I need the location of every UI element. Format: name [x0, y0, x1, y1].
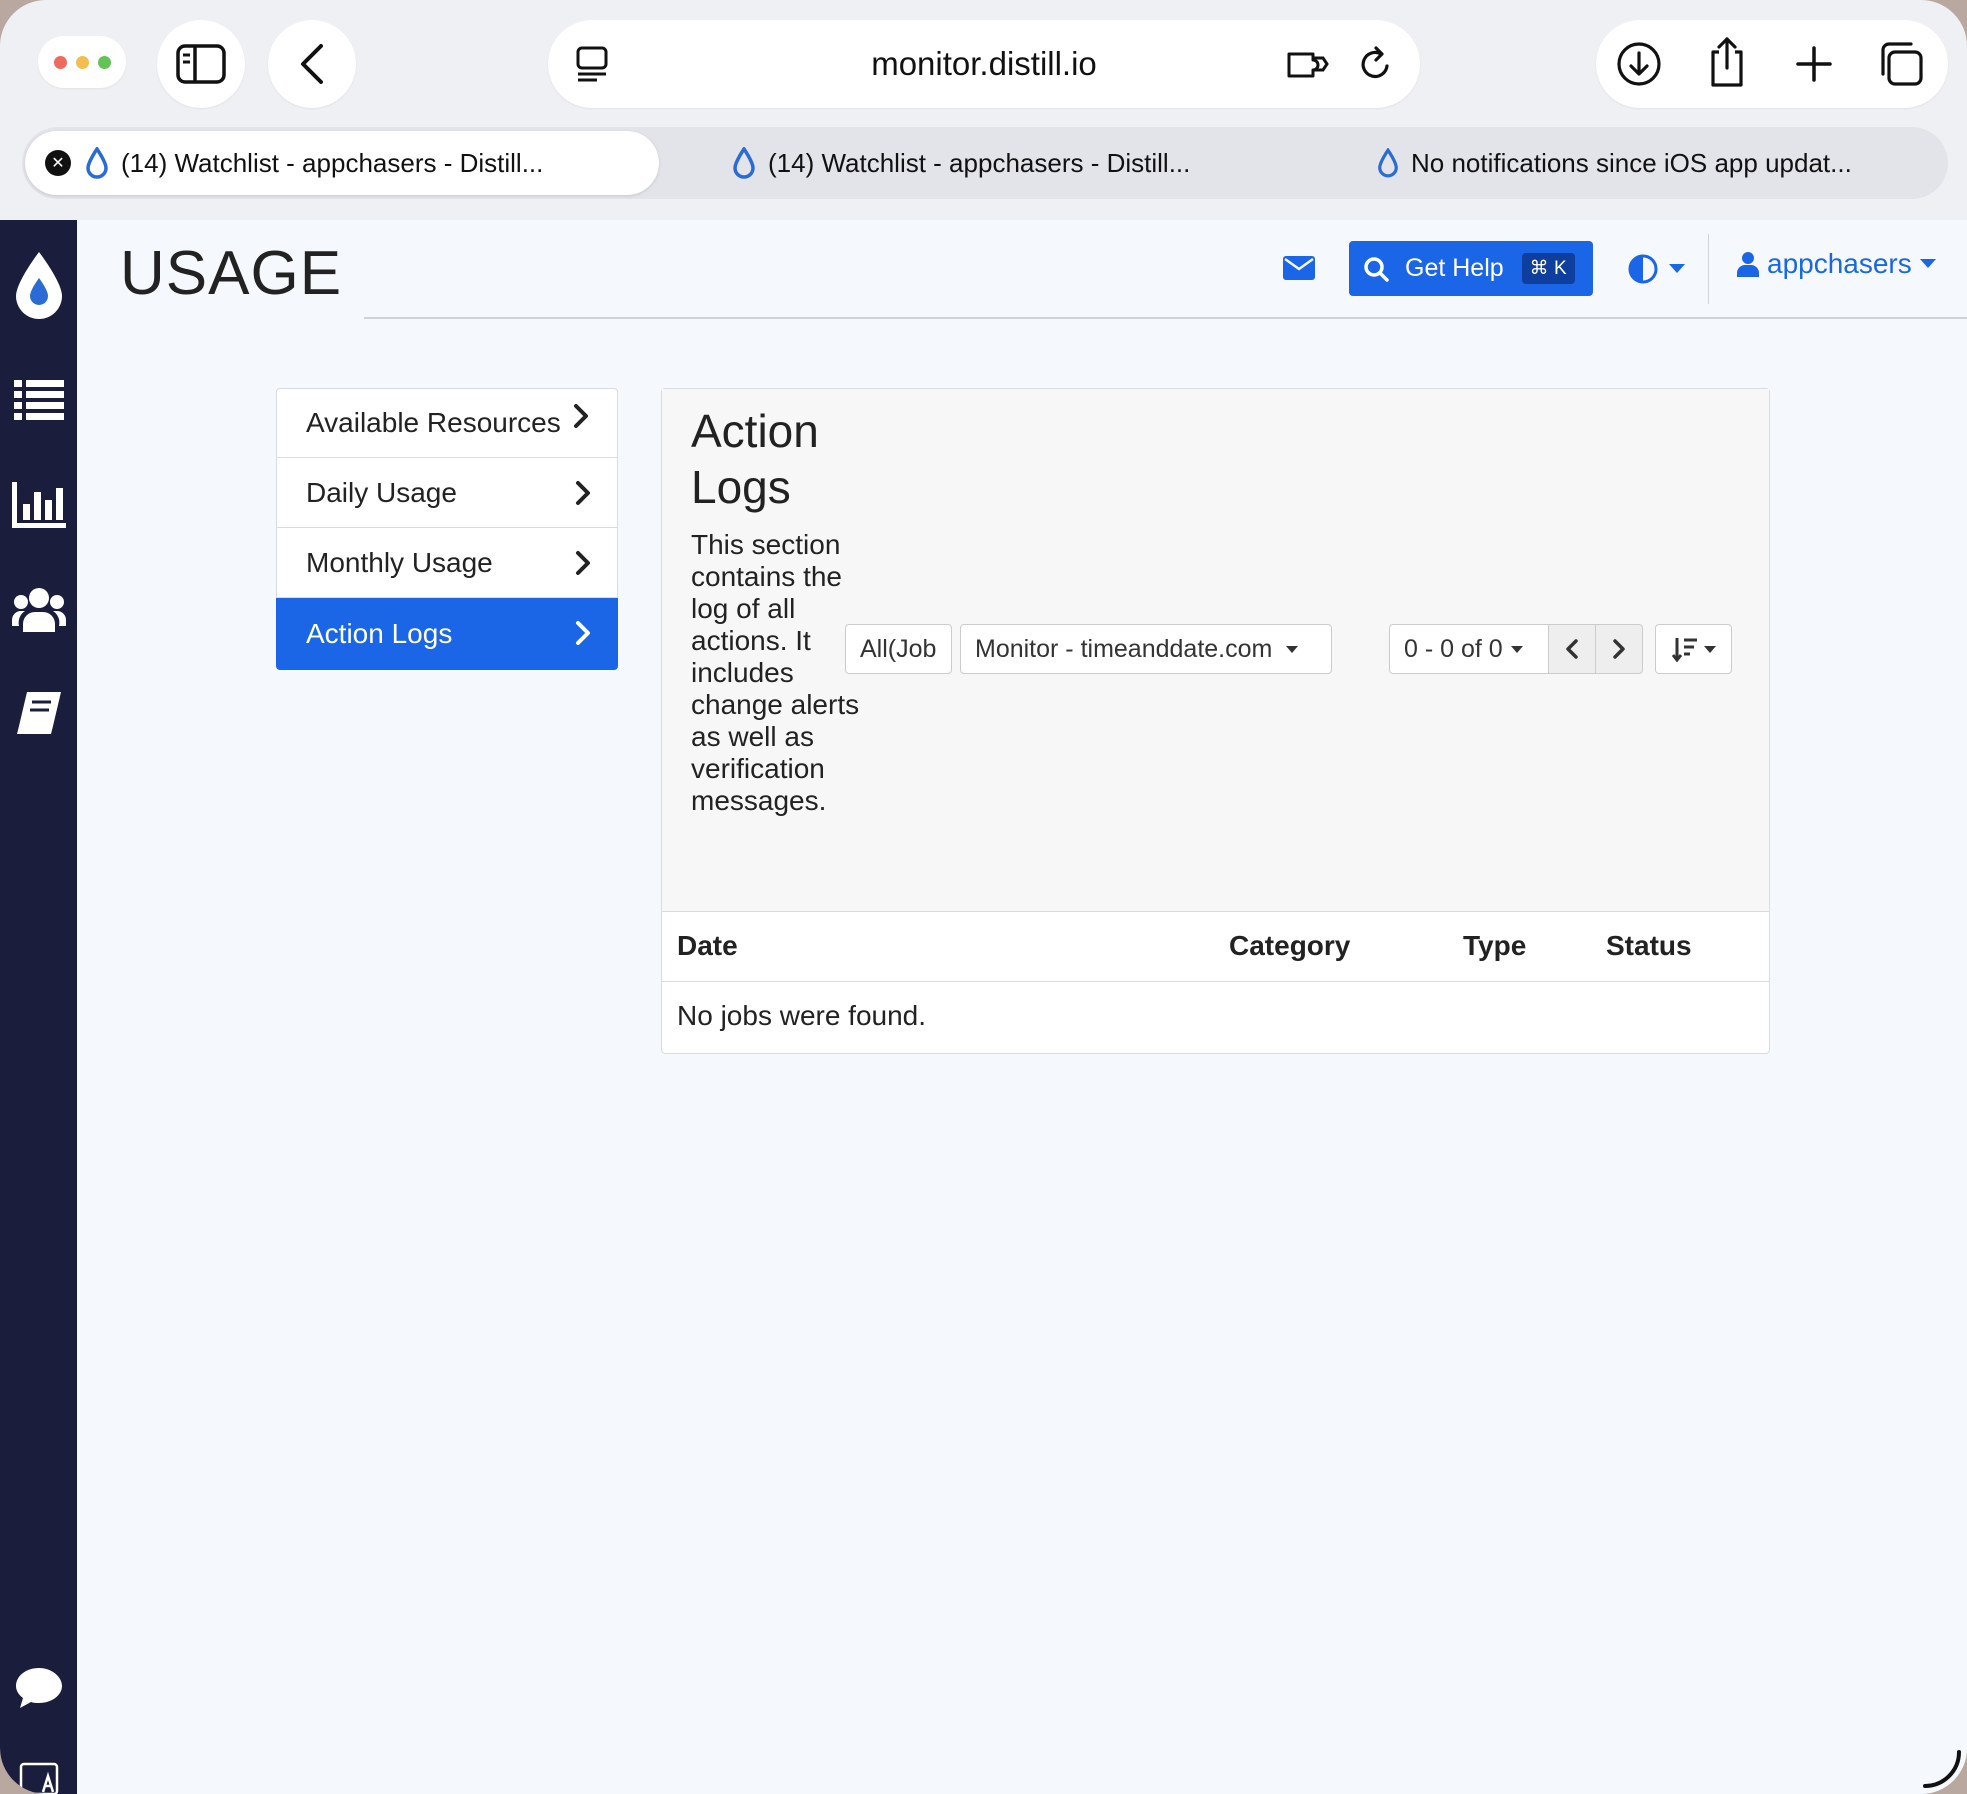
- logs-table-header: Date Category Type Status: [662, 911, 1769, 982]
- translate-icon[interactable]: [0, 1762, 77, 1794]
- get-help-button[interactable]: Get Help ⌘ K: [1349, 241, 1593, 296]
- usage-menu: Available Resources Daily Usage Monthly …: [276, 388, 618, 670]
- help-shortcut: ⌘ K: [1521, 253, 1575, 284]
- chat-icon[interactable]: [0, 1666, 77, 1710]
- browser-tab-3[interactable]: No notifications since iOS app updat...: [1377, 131, 1852, 195]
- menu-item-label: Daily Usage: [306, 476, 457, 508]
- monitor-filter-dropdown[interactable]: Monitor - timeanddate.com: [960, 624, 1332, 674]
- browser-toolbar: monitor.distill.io: [0, 0, 1967, 128]
- caret-down-icon: [1286, 645, 1299, 653]
- reload-icon[interactable]: [1353, 42, 1397, 86]
- maximize-window-dot[interactable]: [98, 56, 111, 69]
- user-icon: [1737, 252, 1759, 277]
- chevron-right-icon: [1613, 639, 1625, 659]
- pagination-dropdown[interactable]: 0 - 0 of 0: [1389, 624, 1549, 674]
- theme-toggle-button[interactable]: [1627, 253, 1685, 285]
- usage-chart-icon[interactable]: [0, 482, 77, 528]
- menu-item-monthly-usage[interactable]: Monthly Usage: [276, 528, 618, 598]
- chevron-right-icon: [576, 621, 590, 645]
- empty-table-message: No jobs were found.: [677, 1000, 927, 1031]
- sidebar-toggle-button[interactable]: [157, 20, 245, 108]
- distill-logo-icon[interactable]: [0, 250, 77, 320]
- tab-title: No notifications since iOS app updat...: [1411, 147, 1852, 178]
- window-controls[interactable]: [38, 36, 126, 88]
- sidebar-icon: [176, 44, 226, 84]
- minimize-window-dot[interactable]: [76, 56, 89, 69]
- ipad-screen: monitor.distill.io ✕ (14) Watchlist - ap…: [0, 0, 1967, 1794]
- menu-item-daily-usage[interactable]: Daily Usage: [276, 458, 618, 528]
- menu-item-label: Monthly Usage: [306, 546, 493, 578]
- job-type-filter[interactable]: All(Job: [845, 624, 952, 674]
- section-title: Action Logs: [691, 405, 819, 513]
- chevron-left-icon: [1566, 639, 1578, 659]
- close-icon[interactable]: ✕: [45, 150, 71, 176]
- envelope-icon: [1283, 256, 1315, 280]
- distill-drop-icon: [1378, 148, 1398, 178]
- column-date[interactable]: Date: [677, 930, 738, 962]
- column-category[interactable]: Category: [1229, 930, 1350, 962]
- card-header: Action Logs This section contains the lo…: [662, 389, 1769, 912]
- tab-overview-icon[interactable]: [1876, 40, 1926, 88]
- sort-descending-icon: [1671, 638, 1697, 662]
- chevron-right-icon: [574, 404, 588, 428]
- section-description: This section contains the log of all act…: [691, 529, 860, 816]
- distill-drop-icon: [733, 147, 755, 179]
- tab-title: (14) Watchlist - appchasers - Distill...: [768, 147, 1191, 178]
- distill-app: USAGE Get Help ⌘ K appchasers Available …: [0, 220, 1967, 1794]
- chevron-left-icon: [301, 44, 323, 84]
- job-type-filter-value: All(Job: [860, 634, 937, 663]
- contrast-icon: [1628, 254, 1658, 284]
- column-status[interactable]: Status: [1606, 930, 1692, 962]
- browser-tab-1[interactable]: ✕ (14) Watchlist - appchasers - Distill.…: [25, 131, 659, 195]
- resize-corner-icon: [1923, 1750, 1961, 1788]
- chevron-right-icon: [576, 551, 590, 575]
- close-window-dot[interactable]: [54, 56, 67, 69]
- app-sidebar: [0, 220, 77, 1794]
- docs-book-icon[interactable]: [0, 690, 77, 736]
- header-separator: [1708, 234, 1709, 304]
- pagination-value: 0 - 0 of 0: [1404, 634, 1503, 663]
- header-divider: [364, 317, 1967, 319]
- caret-down-icon: [1919, 259, 1936, 268]
- monitor-filter-value: Monitor - timeanddate.com: [975, 634, 1273, 663]
- menu-item-available-resources[interactable]: Available Resources: [276, 388, 618, 458]
- page-title: USAGE: [120, 239, 343, 308]
- column-type[interactable]: Type: [1463, 930, 1526, 962]
- browser-tab-2[interactable]: (14) Watchlist - appchasers - Distill...: [732, 131, 1190, 195]
- get-help-label: Get Help: [1405, 254, 1504, 282]
- menu-item-label: Available Resources: [306, 407, 561, 438]
- address-bar[interactable]: monitor.distill.io: [548, 20, 1420, 108]
- previous-page-button[interactable]: [1548, 624, 1596, 674]
- new-tab-icon[interactable]: [1792, 42, 1836, 86]
- caret-down-icon: [1703, 645, 1716, 653]
- toolbar-actions: [1596, 20, 1948, 108]
- next-page-button[interactable]: [1595, 624, 1643, 674]
- user-name: appchasers: [1767, 248, 1912, 279]
- sort-order-dropdown[interactable]: [1655, 624, 1732, 674]
- back-button[interactable]: [268, 20, 356, 108]
- team-users-icon[interactable]: [0, 586, 77, 634]
- menu-item-action-logs[interactable]: Action Logs: [276, 598, 618, 670]
- extension-icon[interactable]: [1283, 42, 1333, 86]
- search-icon: [1364, 256, 1389, 282]
- chevron-right-icon: [576, 481, 590, 505]
- user-menu-button[interactable]: appchasers: [1737, 248, 1936, 280]
- distill-drop-icon: [86, 147, 108, 179]
- share-icon[interactable]: [1702, 34, 1752, 90]
- watchlist-icon[interactable]: [0, 380, 77, 420]
- messages-button[interactable]: [1283, 256, 1315, 285]
- tab-title: (14) Watchlist - appchasers - Distill...: [121, 147, 544, 178]
- tab-strip: ✕ (14) Watchlist - appchasers - Distill.…: [22, 127, 1948, 199]
- caret-down-icon: [1669, 264, 1685, 273]
- menu-item-label: Action Logs: [306, 617, 453, 649]
- downloads-icon[interactable]: [1614, 42, 1664, 86]
- action-logs-card: Action Logs This section contains the lo…: [661, 388, 1770, 1054]
- caret-down-icon: [1510, 645, 1523, 653]
